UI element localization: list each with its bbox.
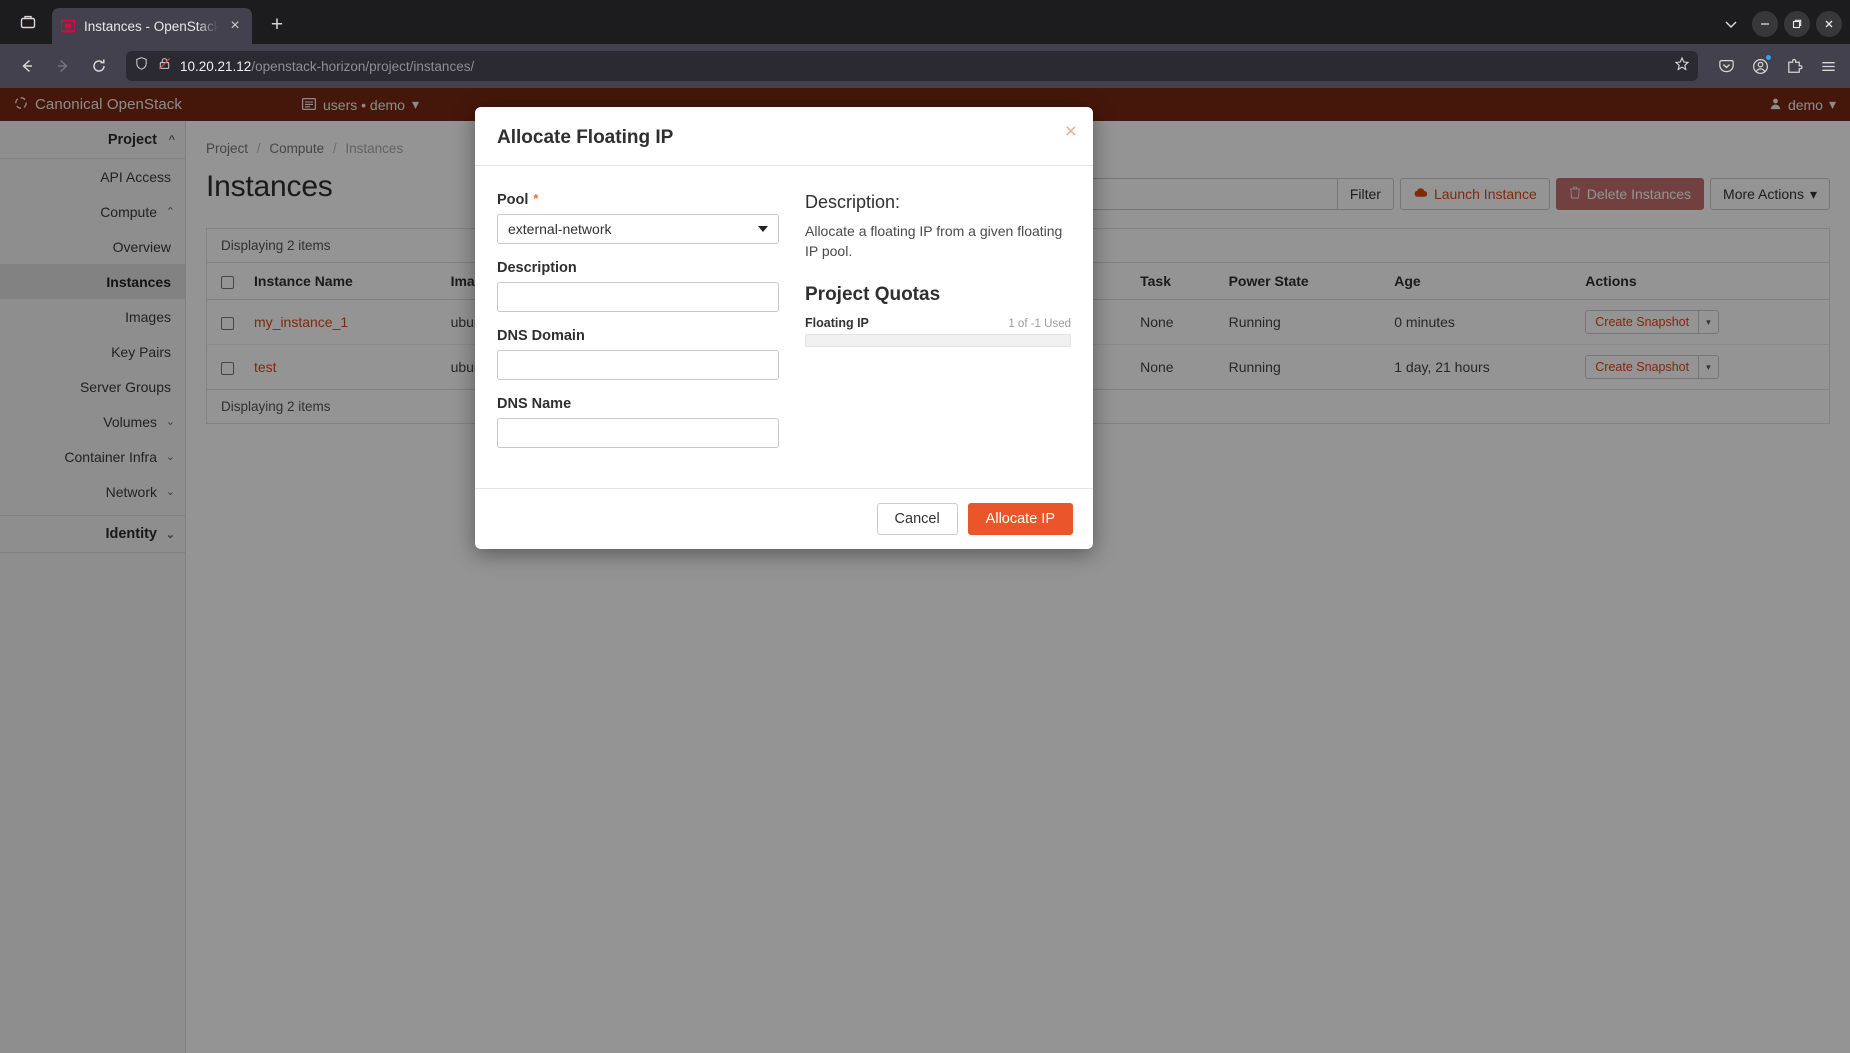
tab-close-icon[interactable]: × (226, 18, 244, 34)
page-viewport: Canonical OpenStack users • demo ▾ demo … (0, 88, 1850, 1053)
cancel-button[interactable]: Cancel (876, 503, 958, 535)
info-text: Allocate a floating IP from a given floa… (805, 223, 1063, 260)
pocket-icon[interactable] (1714, 54, 1738, 78)
openstack-favicon (60, 18, 76, 34)
modal-form-column: Pool * external-network Description DNS … (497, 192, 779, 464)
extensions-icon[interactable] (1782, 54, 1806, 78)
new-tab-button[interactable]: + (260, 8, 294, 42)
browser-window: Instances - OpenStack Da × + (0, 0, 1850, 1053)
url-text: 10.20.21.12/openstack-horizon/project/in… (180, 59, 474, 74)
account-icon[interactable] (1748, 54, 1772, 78)
url-host: 10.20.21.12 (180, 58, 252, 74)
modal-close-icon[interactable]: × (1065, 121, 1077, 142)
description-label-row: Description (497, 260, 779, 276)
quota-heading: Project Quotas (805, 283, 941, 305)
modal-info-column: Description: Allocate a floating IP from… (805, 192, 1071, 464)
reload-button[interactable] (82, 50, 116, 82)
account-notification-dot (1765, 54, 1772, 61)
minimize-button[interactable] (1752, 11, 1778, 37)
quota-progress-bar (805, 333, 1071, 347)
allocate-ip-button[interactable]: Allocate IP (967, 503, 1073, 535)
chevron-down-icon (758, 226, 768, 232)
required-asterisk: * (533, 191, 539, 206)
pool-select[interactable]: external-network (497, 214, 779, 244)
list-all-tabs-icon[interactable] (1716, 10, 1746, 38)
description-input[interactable] (497, 282, 779, 312)
description-label: Description (497, 260, 577, 276)
quota-name: Floating IP (805, 315, 869, 330)
hamburger-menu-icon[interactable] (1816, 54, 1840, 78)
modal-header: Allocate Floating IP × (475, 107, 1093, 166)
dns-name-label-row: DNS Name (497, 396, 779, 412)
shield-icon[interactable] (134, 56, 149, 76)
back-button[interactable] (10, 50, 44, 82)
maximize-button[interactable] (1784, 11, 1810, 37)
close-window-button[interactable] (1816, 11, 1842, 37)
forward-button[interactable] (46, 50, 80, 82)
allocate-floating-ip-modal: Allocate Floating IP × Pool * external-n… (475, 107, 1093, 549)
dns-domain-label-row: DNS Domain (497, 328, 779, 344)
pool-label: Pool (497, 192, 529, 208)
browser-tab[interactable]: Instances - OpenStack Da × (52, 8, 252, 44)
dns-name-label: DNS Name (497, 396, 572, 412)
pool-selected-value: external-network (508, 221, 612, 237)
modal-footer: Cancel Allocate IP (475, 488, 1093, 549)
lock-broken-icon[interactable] (157, 56, 172, 76)
quota-row: Floating IP 1 of -1 Used (805, 316, 1071, 330)
dns-domain-input[interactable] (497, 350, 779, 380)
navbar-right-icons (1708, 54, 1840, 78)
browser-navbar: 10.20.21.12/openstack-horizon/project/in… (0, 44, 1850, 88)
quota-used: 1 of -1 Used (1008, 317, 1071, 330)
browser-tabstrip: Instances - OpenStack Da × + (0, 0, 1850, 44)
dns-domain-label: DNS Domain (497, 328, 585, 344)
url-path: /openstack-horizon/project/instances/ (251, 58, 475, 74)
modal-body: Pool * external-network Description DNS … (475, 166, 1093, 488)
firefox-view-icon[interactable] (8, 4, 48, 40)
dns-name-input[interactable] (497, 418, 779, 448)
modal-title: Allocate Floating IP (497, 127, 674, 148)
bookmark-star-icon[interactable] (1674, 56, 1690, 77)
pool-label-row: Pool * (497, 192, 779, 208)
window-controls (1716, 10, 1842, 38)
url-bar[interactable]: 10.20.21.12/openstack-horizon/project/in… (126, 51, 1698, 81)
tab-title: Instances - OpenStack Da (84, 18, 218, 34)
info-heading: Description: (805, 192, 901, 212)
